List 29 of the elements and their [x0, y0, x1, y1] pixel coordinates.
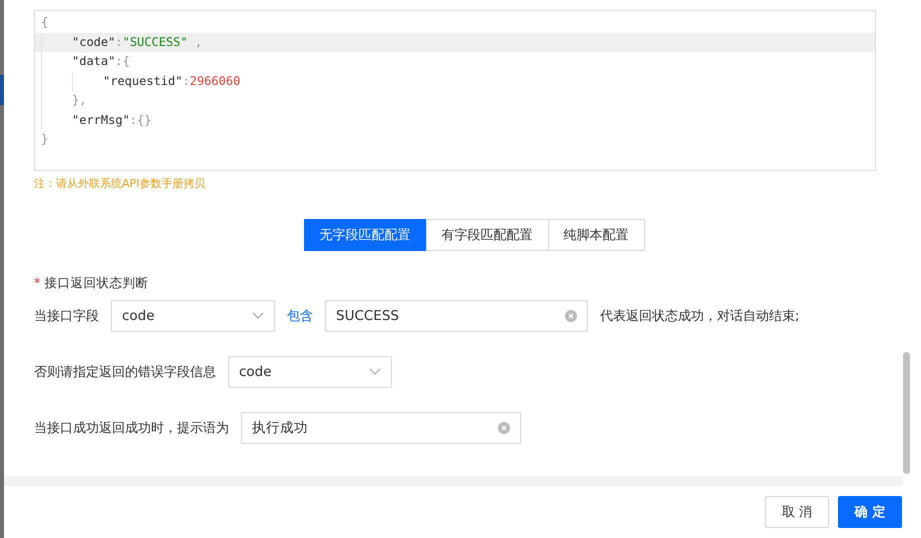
cancel-button[interactable]: 取 消	[765, 496, 829, 528]
suffix-text: 代表返回状态成功，对话自动结束;	[600, 308, 800, 325]
code-editor[interactable]: { "code":"SUCCESS" , "data":{ "requestid":2966060 }, "errMsg":{} }	[34, 10, 876, 171]
required-asterisk: *	[34, 275, 40, 292]
code-line: }	[40, 131, 50, 148]
section-title: 接口返回状态判断	[44, 275, 148, 292]
operator-link[interactable]: 包含	[287, 307, 313, 325]
code-line: "data":{	[35, 52, 875, 72]
code-line: "errMsg":{}	[35, 110, 875, 130]
tab[interactable]: 纯脚本配置	[548, 219, 644, 251]
note-text: 注：请从外联系统API参数手册拷贝	[34, 176, 206, 191]
clear-icon[interactable]	[565, 310, 577, 322]
error-field-select[interactable]: code	[228, 356, 392, 388]
tab[interactable]: 无字段匹配配置	[304, 219, 426, 251]
tab[interactable]: 有字段匹配配置	[426, 219, 548, 251]
clear-icon[interactable]	[498, 422, 510, 434]
code-line: },	[35, 91, 875, 110]
code-line: "requestid":2966060	[35, 72, 875, 91]
field-select[interactable]: code	[111, 300, 275, 332]
code-line: {	[40, 14, 50, 31]
value-input[interactable]: SUCCESS	[325, 300, 588, 332]
scrollbar-thumb[interactable]	[903, 352, 910, 474]
field-label: 当接口成功返回成功时，提示语为	[34, 420, 229, 437]
field-label: 当接口字段	[34, 308, 99, 325]
chevron-down-icon	[369, 368, 381, 376]
confirm-button[interactable]: 确 定	[838, 496, 902, 528]
field-label: 否则请指定返回的错误字段信息	[34, 364, 216, 381]
prompt-input[interactable]: 执行成功	[241, 412, 521, 444]
chevron-down-icon	[252, 312, 264, 320]
